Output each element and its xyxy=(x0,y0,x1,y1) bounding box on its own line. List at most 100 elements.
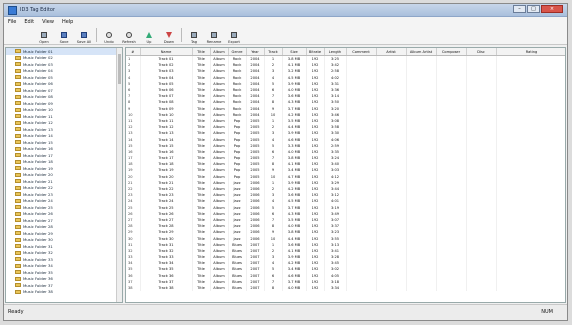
toolbar-tag-button[interactable]: Tag xyxy=(184,27,204,44)
column-header[interactable]: Name xyxy=(140,48,193,56)
folder-icon xyxy=(15,211,21,216)
toolbar-save-button[interactable]: Save xyxy=(54,27,74,44)
tree-item-label: Music Folder 37 xyxy=(23,282,53,288)
column-header[interactable]: Disc xyxy=(466,48,497,56)
file-list[interactable]: # Name Title Album Genre Year Track Size Bitrate… xyxy=(125,47,566,303)
toolbar-down-button[interactable]: Down xyxy=(159,27,179,44)
table-cell xyxy=(436,284,467,292)
column-header[interactable]: Composer xyxy=(436,48,467,56)
toolbar-label: Refresh xyxy=(122,40,136,44)
table-cell: Track 38 xyxy=(140,284,193,292)
toolbar-open-button[interactable]: Open xyxy=(34,27,54,44)
toolbar-undo-button[interactable]: Undo xyxy=(99,27,119,44)
tree-item[interactable]: Music Folder 38 xyxy=(6,289,122,296)
column-header[interactable]: Album Artist xyxy=(406,48,437,56)
tree-item-label: Music Folder 21 xyxy=(23,178,53,184)
column-header[interactable]: Bitrate xyxy=(306,48,325,56)
folder-icon xyxy=(15,198,21,203)
tree-item-label: Music Folder 13 xyxy=(23,126,53,132)
toolbar-separator xyxy=(96,28,97,42)
folder-icon xyxy=(15,166,21,171)
status-indicator: NUM xyxy=(541,309,553,315)
column-header[interactable]: Genre xyxy=(228,48,247,56)
close-button[interactable]: × xyxy=(541,5,563,13)
tree-item-label: Music Folder 06 xyxy=(23,81,53,87)
tree-item-label: Music Folder 09 xyxy=(23,100,53,106)
toolbar-export-button[interactable]: Export xyxy=(224,27,244,44)
folder-icon xyxy=(15,237,21,242)
table-row[interactable]: 1 Track 01 Title Album Rock 2004 1 3.8 MB 192 3:2… xyxy=(126,55,565,63)
arrow-icon xyxy=(106,32,112,38)
tree-item-label: Music Folder 18 xyxy=(23,159,53,165)
minimize-button[interactable]: – xyxy=(513,5,526,13)
menu-view[interactable]: View xyxy=(38,19,58,25)
toolbar-label: Tag xyxy=(190,40,198,44)
tree-item-label: Music Folder 04 xyxy=(23,68,53,74)
tree-scrollbar[interactable] xyxy=(116,48,122,302)
table-cell: 2004 xyxy=(246,55,265,63)
table-cell: 8 xyxy=(264,284,283,292)
table-cell xyxy=(466,55,497,63)
column-header[interactable]: Year xyxy=(246,48,265,56)
folder-tree[interactable]: Music Folder 01 Music Folder 02 Music Fold… xyxy=(5,47,123,303)
table-cell: Album xyxy=(210,55,229,63)
folder-icon xyxy=(15,224,21,229)
status-text: Ready xyxy=(8,309,24,315)
toolbar-up-button[interactable]: Up xyxy=(139,27,159,44)
folder-icon xyxy=(15,146,21,151)
folder-icon xyxy=(15,101,21,106)
table-cell: Album xyxy=(210,284,229,292)
tree-item-label: Music Folder 32 xyxy=(23,250,53,256)
toolbar-refresh-button[interactable]: Refresh xyxy=(119,27,139,44)
table-row[interactable]: 38 Track 38 Title Album Blues 2007 8 4.0 MB 192 3… xyxy=(126,284,565,292)
folder-icon xyxy=(15,172,21,177)
folder-icon xyxy=(15,133,21,138)
tree-item-label: Music Folder 07 xyxy=(23,87,53,93)
column-header[interactable]: Size xyxy=(282,48,307,56)
table-cell xyxy=(436,55,467,63)
column-header[interactable]: Rating xyxy=(496,48,565,56)
folder-icon xyxy=(15,120,21,125)
toolbar-label: Up xyxy=(146,40,152,44)
table-cell: 192 xyxy=(306,284,325,292)
column-header[interactable]: Title xyxy=(192,48,211,56)
toolbar-label: Save xyxy=(59,40,69,44)
toolbar-label: Export xyxy=(228,40,240,44)
table-cell xyxy=(406,284,437,292)
toolbar-save-all-button[interactable]: Save All xyxy=(74,27,94,44)
tree-item-label: Music Folder 15 xyxy=(23,139,53,145)
table-cell: 1 xyxy=(264,55,283,63)
tree-item-label: Music Folder 33 xyxy=(23,256,53,262)
tree-item-label: Music Folder 24 xyxy=(23,198,53,204)
tree-item-label: Music Folder 38 xyxy=(23,289,53,295)
column-header[interactable]: Artist xyxy=(376,48,407,56)
column-header[interactable]: Album xyxy=(210,48,229,56)
menu-file[interactable]: File xyxy=(4,19,20,25)
table-cell xyxy=(466,284,497,292)
toolbar-rename-button[interactable]: Rename xyxy=(204,27,224,44)
table-cell: Track 01 xyxy=(140,55,193,63)
table-cell: 4.0 MB xyxy=(282,284,307,292)
toolbar: Open Save Save All Undo Refresh Up Down Tag Rena… xyxy=(4,26,567,45)
column-header[interactable]: # xyxy=(126,48,141,56)
export-icon xyxy=(231,32,237,38)
table-cell: 2007 xyxy=(246,284,265,292)
column-header[interactable]: Length xyxy=(324,48,347,56)
rename-icon xyxy=(211,32,217,38)
folder-icon xyxy=(15,205,21,210)
tree-item-label: Music Folder 10 xyxy=(23,107,53,113)
column-header[interactable]: Track xyxy=(264,48,283,56)
menu-help[interactable]: Help xyxy=(58,19,77,25)
scrollbar-thumb[interactable] xyxy=(118,54,121,84)
title-bar[interactable]: ID3 Tag Editor – □ × xyxy=(4,4,567,17)
folder-icon xyxy=(41,32,47,38)
table-cell xyxy=(496,55,565,63)
column-header[interactable]: Comment xyxy=(346,48,377,56)
toolbar-label: Open xyxy=(39,40,49,44)
maximize-button[interactable]: □ xyxy=(527,5,540,13)
folder-icon xyxy=(15,94,21,99)
toolbar-label: Save All xyxy=(76,40,92,44)
menu-edit[interactable]: Edit xyxy=(20,19,38,25)
folder-icon xyxy=(15,140,21,145)
disk-icon xyxy=(61,32,67,38)
